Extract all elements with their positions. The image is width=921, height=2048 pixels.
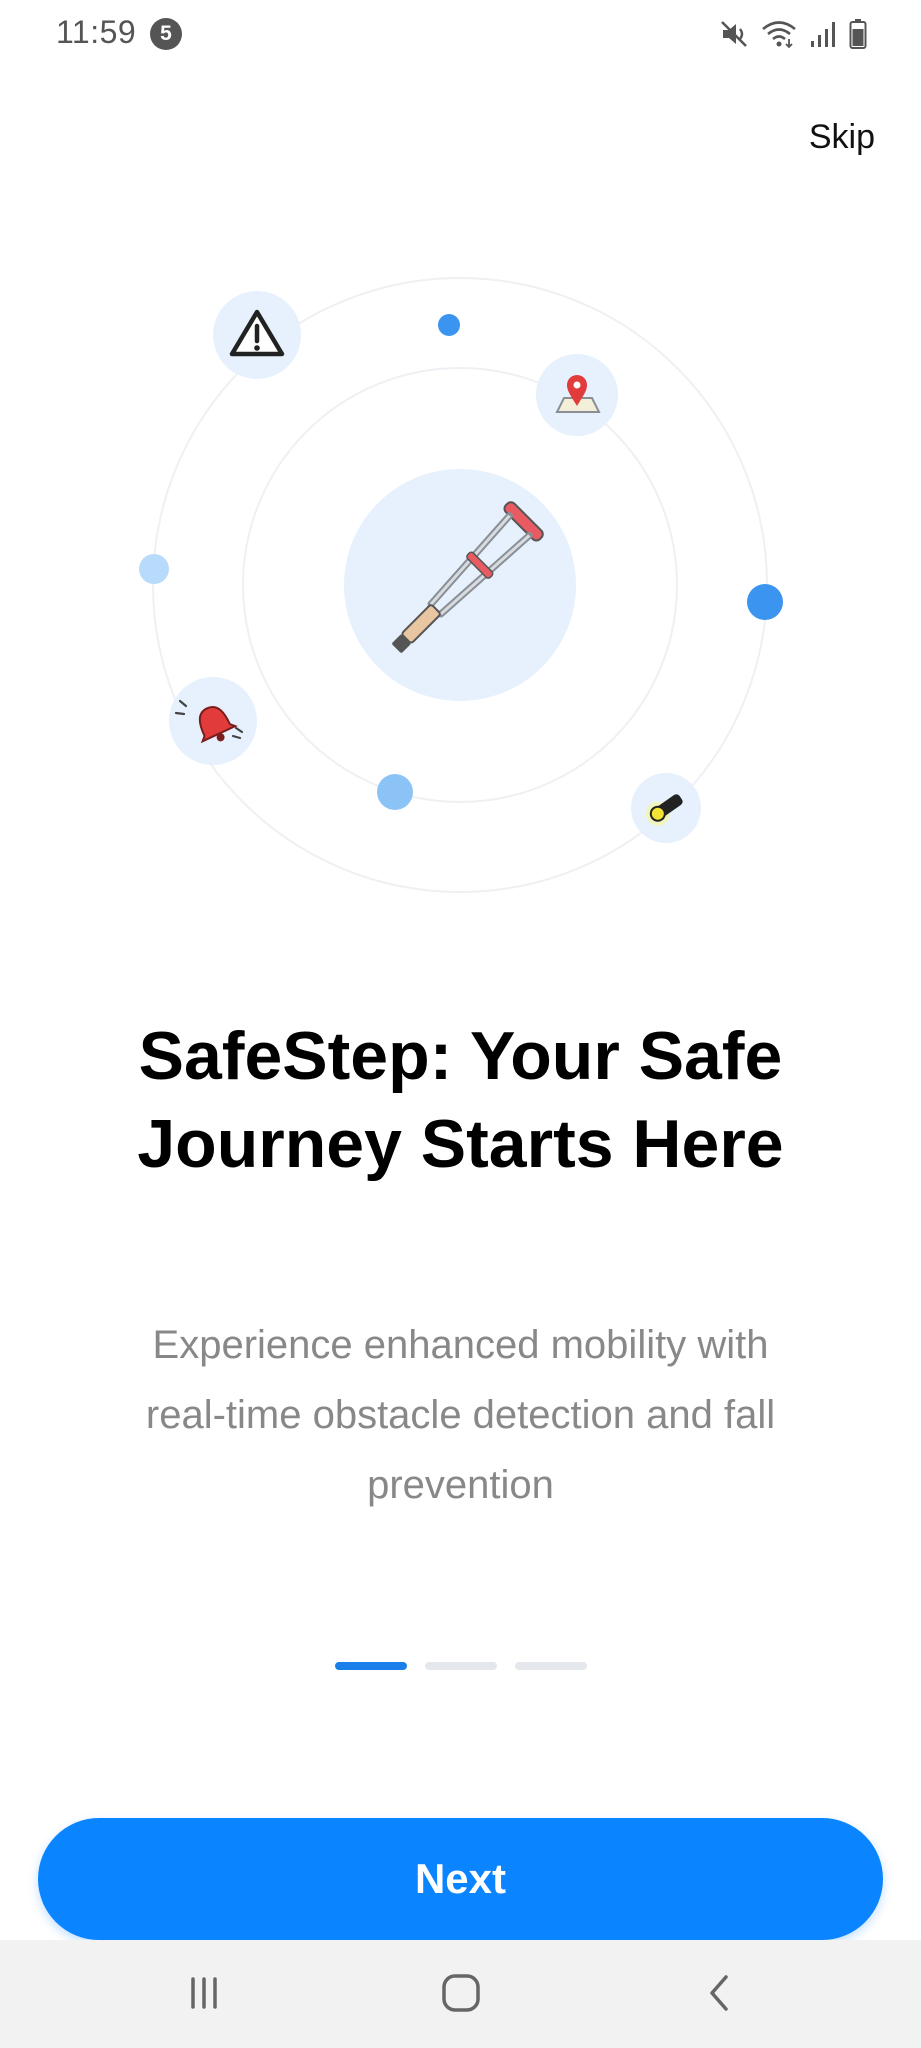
onboarding-illustration <box>139 277 783 893</box>
onboarding-screen: 11:59 5 Skip SafeStep: Your Safe Journey… <box>0 0 921 2048</box>
status-icons <box>719 16 867 52</box>
recent-apps-icon <box>184 1973 224 2018</box>
system-nav-bar <box>0 1940 921 2048</box>
page-title: SafeStep: Your Safe Journey Starts Here <box>137 1018 784 1182</box>
mute-icon <box>719 19 749 49</box>
notification-count-badge: 5 <box>150 18 182 50</box>
page-indicator <box>335 1662 587 1670</box>
page-indicator-dot-3 <box>515 1662 587 1670</box>
orbit-dot <box>747 584 783 620</box>
next-button[interactable]: Next <box>38 1818 883 1940</box>
signal-icon <box>809 19 837 49</box>
center-circle <box>344 469 576 701</box>
orbit-dot <box>139 554 169 584</box>
page-description: Experience enhanced mobility with real-t… <box>145 1323 776 1507</box>
status-time: 11:59 <box>56 14 137 50</box>
skip-button[interactable]: Skip <box>809 118 875 157</box>
page-indicator-dot-1 <box>335 1662 407 1670</box>
battery-icon <box>849 18 867 50</box>
back-icon <box>700 1973 740 2018</box>
home-button[interactable] <box>431 1970 491 2020</box>
status-bar: 11:59 5 <box>0 0 921 70</box>
home-icon <box>439 1971 483 2020</box>
orbit-dot <box>377 774 413 810</box>
orbit-dot <box>438 314 460 336</box>
recent-apps-button[interactable] <box>174 1970 234 2020</box>
page-indicator-dot-2 <box>425 1662 497 1670</box>
wifi-icon <box>761 19 797 49</box>
back-button[interactable] <box>690 1970 750 2020</box>
